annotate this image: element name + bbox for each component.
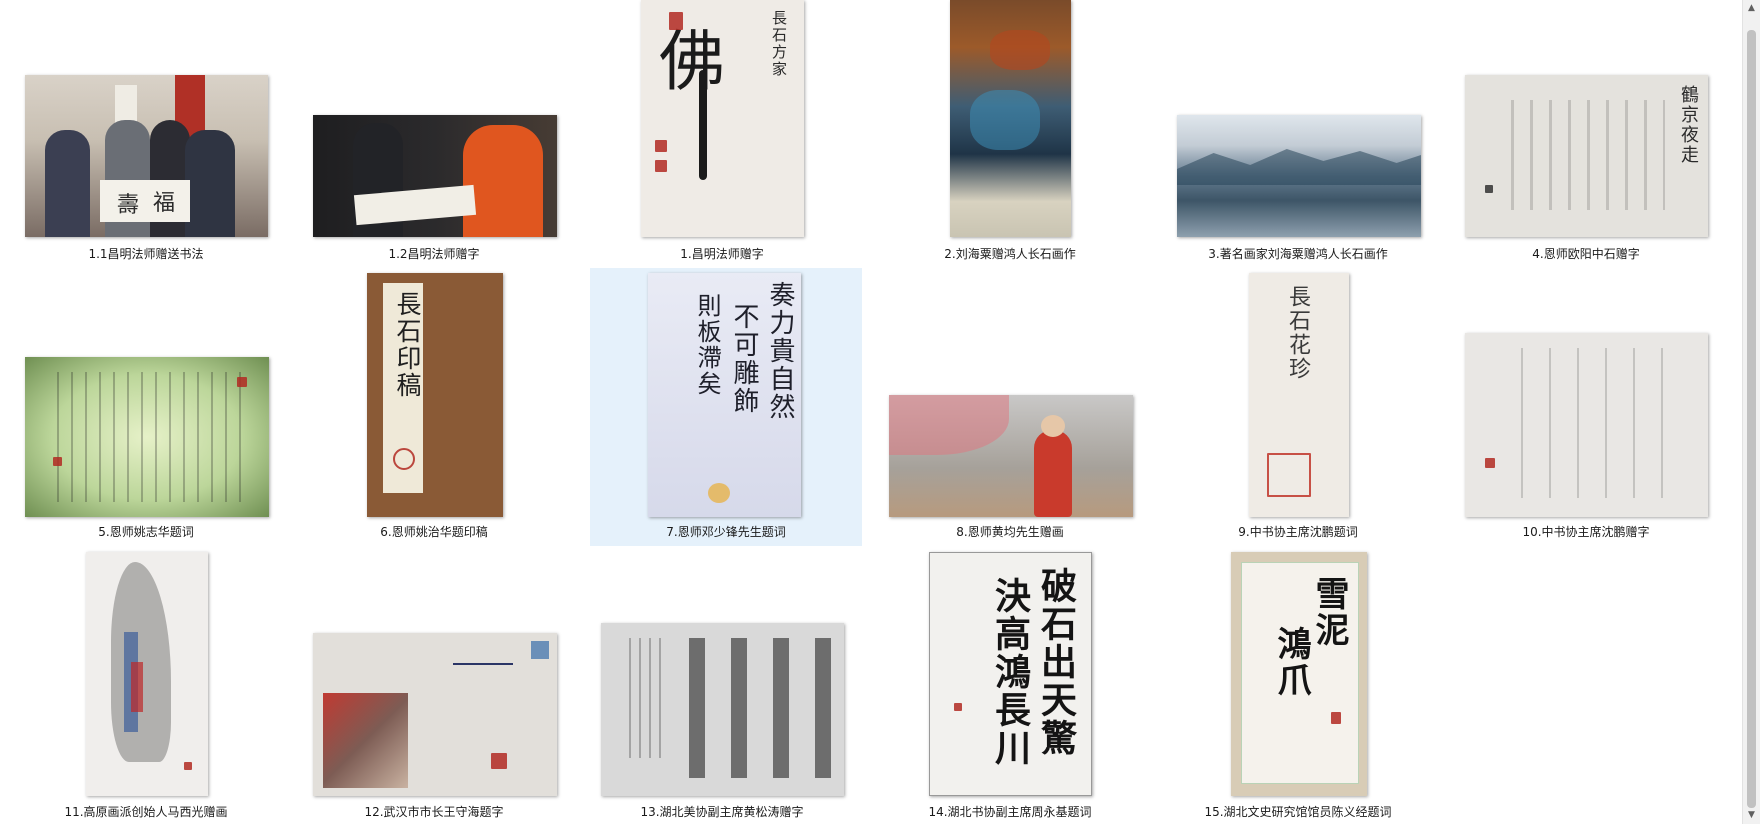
red-seal	[1331, 712, 1341, 724]
calligraphy-text: 福	[153, 191, 178, 216]
calligraphy-text: 不可雕飾	[729, 303, 759, 415]
scroll-up-arrow-icon[interactable]: ▲	[1743, 0, 1760, 17]
gallery-item[interactable]: 福 壽 1.1昌明法师赠送书法	[8, 0, 284, 266]
thumbnail-image[interactable]	[86, 552, 208, 796]
gallery-item[interactable]: 12.武汉市市长王守海题字	[296, 548, 572, 824]
item-caption: 8.恩师黄均先生赠画	[956, 525, 1064, 539]
gallery-item-selected[interactable]: 奏力貴自然 不可雕飾 則板滯矣 7.恩师邓少锋先生题词	[590, 268, 862, 546]
calligraphy-text: 鴻爪	[1271, 626, 1311, 698]
scroll-down-arrow-icon[interactable]: ▼	[1743, 807, 1760, 824]
calligraphy-text: 鶴京夜走	[1678, 85, 1699, 165]
item-caption: 10.中书协主席沈鹏赠字	[1522, 525, 1650, 539]
red-seal	[655, 160, 667, 172]
gallery-item[interactable]: 長石印稿 6.恩师姚治华题印稿	[296, 268, 572, 546]
gallery-item[interactable]: 雪泥 鴻爪 15.湖北文史研究馆馆员陈义经题词	[1160, 548, 1436, 824]
thumbnail-image[interactable]: 破石出天驚 決高鴻長川	[929, 552, 1092, 796]
gallery-item[interactable]: 13.湖北美协副主席黄松涛赠字	[584, 548, 860, 824]
gallery-item[interactable]: 佛 長石方家 1.昌明法师赠字	[584, 0, 860, 266]
gallery-item[interactable]: 10.中书协主席沈鹏赠字	[1448, 268, 1724, 546]
item-caption: 11.高原画派创始人马西光赠画	[64, 805, 228, 819]
red-seal	[669, 12, 683, 30]
gallery-item[interactable]: 1.2昌明法师赠字	[296, 0, 572, 266]
thumbnail-image[interactable]: 福 壽	[25, 75, 268, 237]
red-seal	[1267, 453, 1311, 497]
gallery-item[interactable]: 8.恩师黄均先生赠画	[872, 268, 1148, 546]
gallery-item[interactable]: 5.恩师姚志华题词	[8, 268, 284, 546]
thumbnail-image[interactable]	[889, 395, 1133, 517]
calligraphy-text: 長石方家	[770, 10, 788, 78]
scrollbar-thumb[interactable]	[1747, 30, 1756, 808]
red-seal	[237, 377, 247, 387]
red-seal	[184, 762, 192, 770]
calligraphy-text: 決高鴻長川	[989, 577, 1031, 767]
item-caption: 9.中书协主席沈鹏题词	[1238, 525, 1358, 539]
thumbnail-image[interactable]	[1177, 115, 1421, 237]
gallery-item[interactable]: 鶴京夜走 4.恩师欧阳中石赠字	[1448, 0, 1724, 266]
item-caption: 5.恩师姚志华题词	[98, 525, 194, 539]
thumbnail-image[interactable]	[1465, 333, 1708, 517]
thumbnail-image[interactable]	[313, 115, 557, 237]
red-seal	[53, 457, 62, 466]
item-caption: 1.2昌明法师赠字	[388, 247, 480, 261]
calligraphy-text: 長石印稿	[393, 291, 422, 399]
calligraphy-text: 壽	[117, 193, 142, 218]
item-caption: 12.武汉市市长王守海题字	[364, 805, 504, 819]
red-seal	[954, 703, 962, 711]
item-caption: 13.湖北美协副主席黄松涛赠字	[640, 805, 804, 819]
calligraphy-text: 奏力貴自然	[765, 281, 795, 421]
item-caption: 14.湖北书协副主席周永基题词	[928, 805, 1092, 819]
gallery-item[interactable]: 3.著名画家刘海粟赠鸿人长石画作	[1160, 0, 1436, 266]
thumbnail-image[interactable]: 奏力貴自然 不可雕飾 則板滯矣	[648, 273, 801, 517]
calligraphy-text: 破石出天驚	[1035, 567, 1077, 757]
red-seal	[655, 140, 667, 152]
thumbnail-image[interactable]	[950, 0, 1071, 237]
thumbnail-image[interactable]: 佛 長石方家	[641, 0, 804, 237]
gallery-item[interactable]: 2.刘海粟赠鸿人长石画作	[872, 0, 1148, 266]
item-caption: 1.昌明法师赠字	[680, 247, 764, 261]
thumbnail-image[interactable]: 長石花珍	[1249, 273, 1349, 517]
thumbnail-image[interactable]	[25, 357, 269, 517]
thumbnail-image[interactable]	[313, 633, 557, 796]
thumbnail-view: 福 壽 1.1昌明法师赠送书法 1.2昌明法师赠字 佛 長石方家 1.昌明法师赠…	[0, 0, 1742, 824]
thumbnail-image[interactable]	[601, 623, 844, 796]
vertical-scrollbar[interactable]: ▲ ▼	[1742, 0, 1760, 824]
item-caption: 4.恩师欧阳中石赠字	[1532, 247, 1640, 261]
gallery-item[interactable]: 破石出天驚 決高鴻長川 14.湖北书协副主席周永基题词	[872, 548, 1148, 824]
red-seal	[491, 753, 507, 769]
gallery-item[interactable]: 11.高原画派创始人马西光赠画	[8, 548, 284, 824]
item-caption: 2.刘海粟赠鸿人长石画作	[944, 247, 1076, 261]
thumbnail-image[interactable]: 鶴京夜走	[1465, 75, 1708, 237]
thumbnail-image[interactable]: 雪泥 鴻爪	[1231, 552, 1367, 796]
item-caption: 1.1昌明法师赠送书法	[88, 247, 204, 261]
item-caption: 6.恩师姚治华题印稿	[380, 525, 488, 539]
calligraphy-text: 長石花珍	[1285, 285, 1310, 381]
red-seal	[393, 448, 415, 470]
red-seal	[1485, 458, 1495, 468]
red-seal	[1485, 185, 1493, 193]
item-caption: 3.著名画家刘海粟赠鸿人长石画作	[1208, 247, 1388, 261]
gallery-item[interactable]: 長石花珍 9.中书协主席沈鹏题词	[1160, 268, 1436, 546]
thumbnail-image[interactable]: 長石印稿	[367, 273, 503, 517]
item-caption: 7.恩师邓少锋先生题词	[666, 525, 786, 539]
calligraphy-text: 則板滯矣	[693, 293, 721, 397]
item-caption: 15.湖北文史研究馆馆员陈义经题词	[1204, 805, 1392, 819]
